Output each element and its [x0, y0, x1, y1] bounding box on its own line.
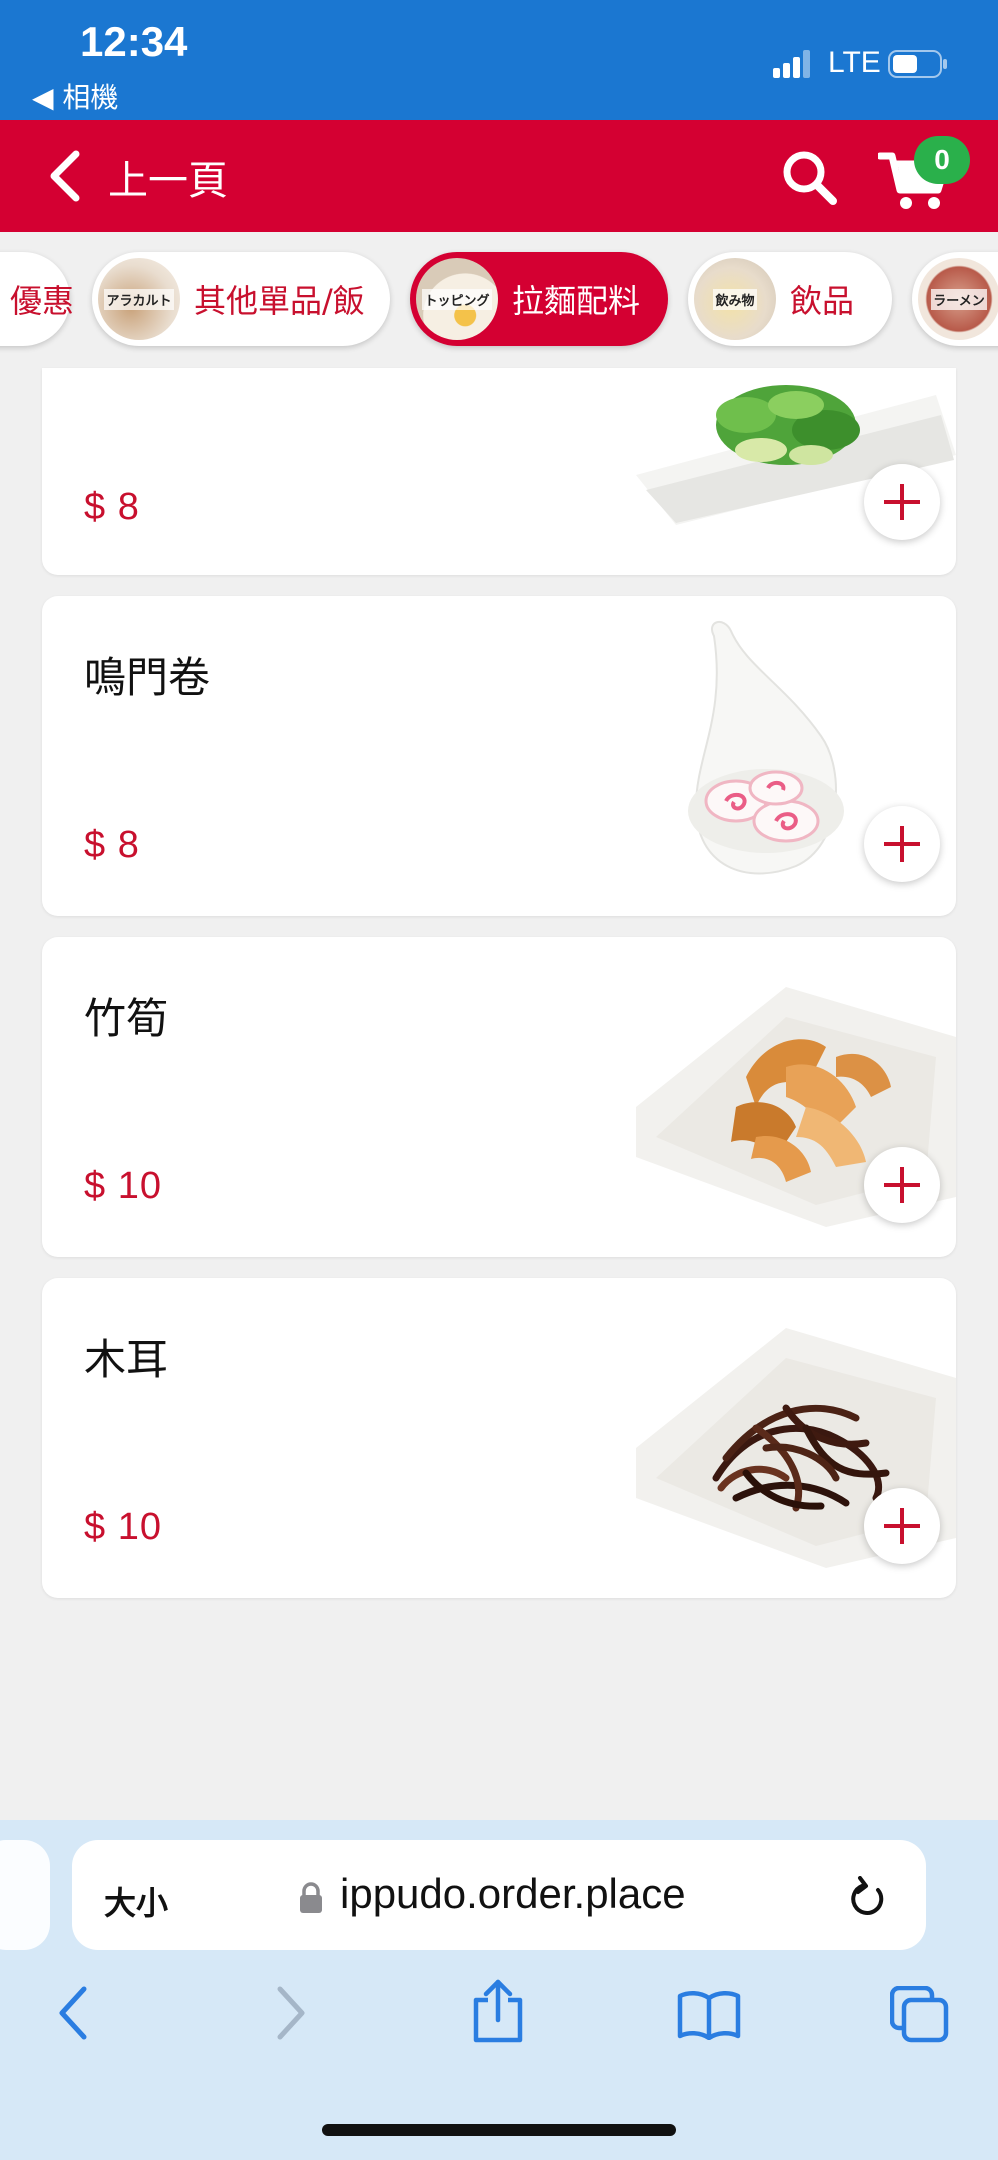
- tab-label: 拉麵配料: [512, 282, 641, 320]
- home-indicator: [322, 2124, 676, 2136]
- back-button[interactable]: 上一頁: [108, 148, 228, 206]
- plus-icon: [884, 826, 920, 862]
- item-price: $ 8: [84, 824, 140, 866]
- tab-thumbnail: アラカルト: [98, 258, 180, 340]
- tab-thumbnail: ラーメン: [918, 258, 998, 340]
- text-size-button[interactable]: 大小: [104, 1878, 168, 1924]
- menu-item-card[interactable]: $ 8: [42, 368, 956, 575]
- menu-item-card[interactable]: 竹筍 $ 10: [42, 937, 956, 1257]
- battery-icon: [888, 50, 947, 78]
- tab-other-items-rice[interactable]: アラカルト 其他單品/飯: [92, 252, 390, 346]
- tab-thumbnail: トッピング: [416, 258, 498, 340]
- tabs-icon[interactable]: [890, 1986, 950, 2044]
- plus-icon: [884, 1167, 920, 1203]
- item-name: 木耳: [84, 1335, 169, 1384]
- item-price: $ 10: [84, 1165, 162, 1207]
- tab-promotions[interactable]: 優惠: [0, 252, 74, 346]
- item-name: 竹筍: [84, 994, 169, 1043]
- reload-icon[interactable]: [848, 1876, 888, 1920]
- add-to-cart-button[interactable]: [864, 1147, 940, 1223]
- bookmarks-icon[interactable]: [676, 1988, 742, 2040]
- lock-icon: [300, 1882, 322, 1913]
- plus-icon: [884, 484, 920, 520]
- add-to-cart-button[interactable]: [864, 464, 940, 540]
- item-price: $ 8: [84, 486, 140, 528]
- add-to-cart-button[interactable]: [864, 1488, 940, 1564]
- share-icon[interactable]: [470, 1978, 526, 2044]
- tab-label: 其他單品/飯: [194, 282, 365, 320]
- cart-count-badge: 0: [914, 136, 970, 184]
- tab-drinks[interactable]: 飲み物 飲品: [688, 252, 892, 346]
- item-price: $ 10: [84, 1506, 162, 1548]
- previous-tab-preview[interactable]: [0, 1840, 50, 1950]
- plus-icon: [884, 1508, 920, 1544]
- menu-item-card[interactable]: 鳴門卷 $ 8: [42, 596, 956, 916]
- network-type: LTE: [828, 46, 881, 79]
- item-name: 鳴門卷: [84, 653, 211, 702]
- tab-label: 飲品: [790, 282, 855, 320]
- category-tab-bar: 優惠 アラカルト 其他單品/飯 トッピング 拉麵配料 飲み物 飲品 ラーメン: [0, 232, 998, 368]
- tab-ramen-toppings[interactable]: トッピング 拉麵配料: [410, 252, 668, 346]
- signal-icon: [773, 50, 810, 78]
- add-to-cart-button[interactable]: [864, 806, 940, 882]
- search-icon[interactable]: [780, 148, 838, 206]
- chevron-left-icon[interactable]: [46, 150, 86, 202]
- back-to-app-link[interactable]: ◀ 相機: [32, 76, 118, 116]
- forward-icon[interactable]: [272, 1985, 308, 2041]
- tab-ramen[interactable]: ラーメン: [912, 252, 998, 346]
- back-icon[interactable]: [56, 1985, 92, 2041]
- status-time: 12:34: [80, 18, 188, 65]
- tab-label: 優惠: [10, 282, 75, 320]
- tab-thumbnail: 飲み物: [694, 258, 776, 340]
- url-text[interactable]: ippudo.order.place: [340, 1870, 686, 1918]
- menu-item-card[interactable]: 木耳 $ 10: [42, 1278, 956, 1598]
